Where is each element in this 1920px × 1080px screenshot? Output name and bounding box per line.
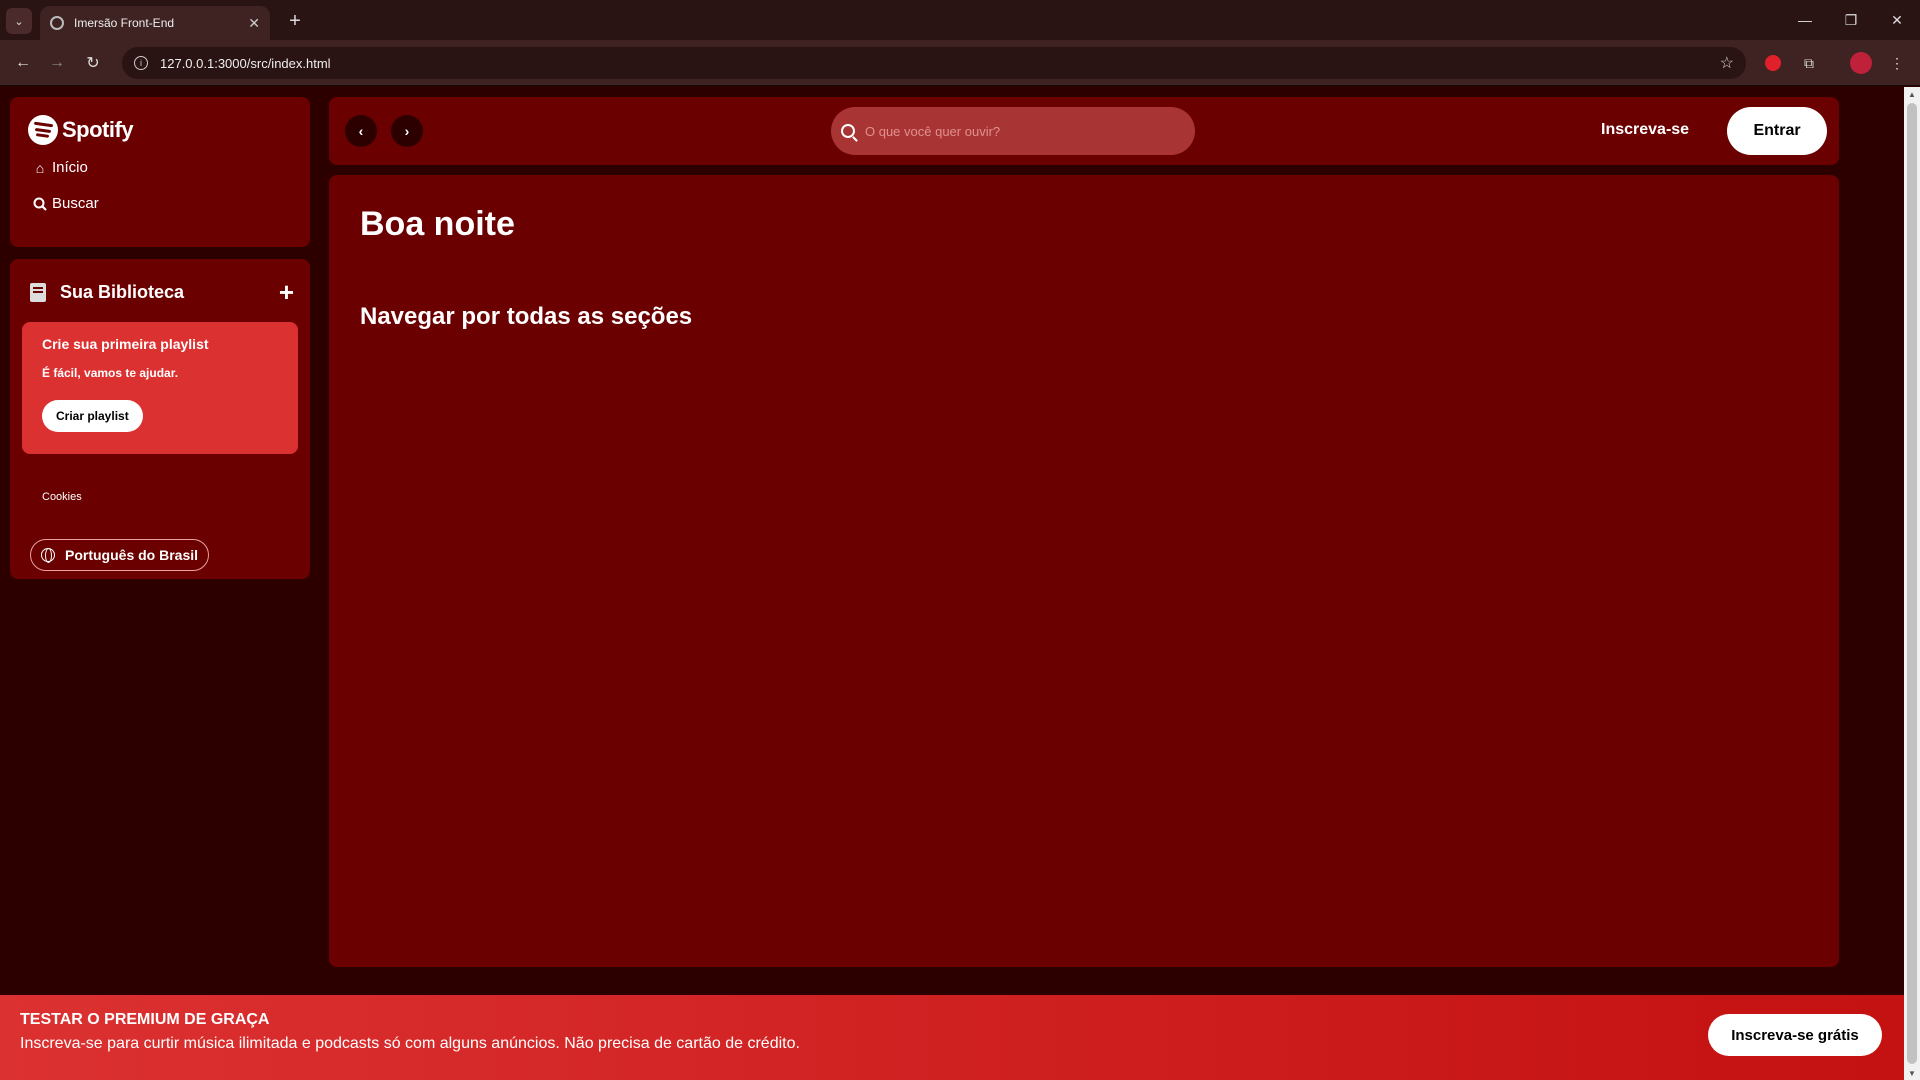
extensions-puzzle-icon[interactable]: ⧉ [1798, 52, 1820, 74]
back-arrow-button[interactable]: ‹ [345, 115, 377, 147]
close-window-button[interactable]: ✕ [1874, 0, 1920, 40]
language-button[interactable]: Português do Brasil [30, 539, 210, 571]
main-content: Boa noite Navegar por todas as seções [329, 175, 1839, 967]
sidebar-library: Sua Biblioteca + Crie sua primeira playl… [10, 259, 310, 579]
address-bar[interactable]: i 127.0.0.1:3000/src/index.html ☆ [122, 47, 1746, 79]
cookies-link[interactable]: Cookies [42, 491, 82, 503]
back-button[interactable]: ← [10, 50, 36, 76]
section-title: Navegar por todas as seções [360, 303, 693, 330]
sidebar-item-buscar[interactable]: Buscar [32, 195, 99, 212]
greeting-title: Boa noite [360, 205, 515, 243]
search-input[interactable] [865, 123, 1185, 139]
reload-button[interactable]: ↻ [80, 50, 106, 76]
playlist-card-subtitle: É fácil, vamos te ajudar. [42, 366, 179, 380]
sidebar-item-inicio[interactable]: ⌂ Início [32, 159, 88, 176]
premium-banner: TESTAR O PREMIUM DE GRAÇA Inscreva-se pa… [0, 995, 1904, 1080]
browser-toolbar: ← → ↻ i 127.0.0.1:3000/src/index.html ☆ … [0, 40, 1920, 86]
browser-tabstrip: ⌄ Imersão Front-End ✕ + — ❐ ✕ [0, 0, 1920, 40]
tab-close-icon[interactable]: ✕ [248, 15, 260, 32]
globe-icon [41, 548, 55, 563]
bookmark-star-icon[interactable]: ☆ [1720, 53, 1734, 73]
library-header: Sua Biblioteca + [30, 279, 294, 305]
sidebar-nav: Spotify ⌂ Início Buscar [10, 97, 310, 247]
library-icon [30, 282, 46, 302]
globe-icon [50, 16, 64, 30]
login-button[interactable]: Entrar [1727, 107, 1827, 155]
browser-tab[interactable]: Imersão Front-End ✕ [40, 6, 270, 40]
new-tab-button[interactable]: + [282, 8, 308, 34]
spotify-logo-icon [28, 115, 58, 145]
tab-title: Imersão Front-End [74, 16, 175, 30]
create-playlist-card: Crie sua primeira playlist É fácil, vamo… [22, 322, 298, 454]
spotify-logo-text: Spotify [62, 117, 134, 142]
tab-search-button[interactable]: ⌄ [6, 8, 32, 34]
url-text: 127.0.0.1:3000/src/index.html [160, 55, 331, 71]
site-info-icon[interactable]: i [134, 56, 148, 70]
forward-arrow-button[interactable]: › [391, 115, 423, 147]
minimize-button[interactable]: — [1782, 0, 1828, 40]
banner-text: Inscreva-se para curtir música ilimitada… [20, 1035, 800, 1052]
create-playlist-button[interactable]: Criar playlist [42, 400, 143, 432]
signup-link[interactable]: Inscreva-se [1601, 121, 1689, 139]
search-icon [841, 124, 855, 138]
browser-menu-icon[interactable]: ⋮ [1886, 52, 1908, 74]
scroll-up-arrow-icon[interactable]: ▲ [1904, 87, 1920, 101]
banner-title: TESTAR O PREMIUM DE GRAÇA [20, 1011, 270, 1028]
add-playlist-icon[interactable]: + [279, 279, 294, 305]
page-viewport: Spotify ⌂ Início Buscar Sua Biblioteca +… [0, 87, 1904, 1080]
page-scrollbar[interactable]: ▲ ▼ [1904, 87, 1920, 1080]
scroll-thumb[interactable] [1907, 103, 1917, 1064]
search-icon [32, 196, 48, 212]
extension-red-icon[interactable] [1762, 52, 1784, 74]
library-title[interactable]: Sua Biblioteca [60, 282, 184, 303]
scroll-down-arrow-icon[interactable]: ▼ [1904, 1066, 1920, 1080]
profile-avatar[interactable] [1850, 52, 1872, 74]
signup-free-button[interactable]: Inscreva-se grátis [1708, 1014, 1882, 1056]
forward-button[interactable]: → [44, 50, 70, 76]
search-bar[interactable] [831, 107, 1195, 155]
playlist-card-title: Crie sua primeira playlist [42, 336, 209, 352]
window-controls: — ❐ ✕ [1782, 0, 1920, 40]
main-header: ‹ › Inscreva-se Entrar [329, 97, 1839, 165]
home-icon: ⌂ [35, 159, 45, 176]
language-label: Português do Brasil [65, 547, 199, 563]
restore-button[interactable]: ❐ [1828, 0, 1874, 40]
sidebar-item-label: Início [52, 159, 88, 176]
spotify-logo[interactable]: Spotify [28, 115, 134, 145]
sidebar-item-label: Buscar [52, 195, 99, 212]
